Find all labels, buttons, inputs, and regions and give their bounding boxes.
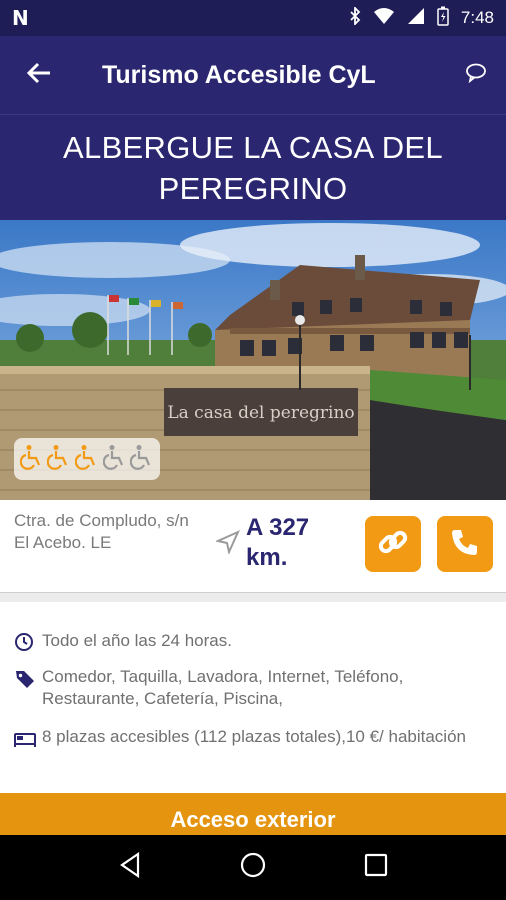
accessibility-rating <box>14 438 160 480</box>
bed-icon <box>14 726 42 756</box>
signal-icon <box>407 7 425 30</box>
wheelchair-icon <box>129 444 154 475</box>
phone-button[interactable] <box>437 516 493 572</box>
wheelchair-icon <box>19 444 44 475</box>
wheelchair-icon <box>74 444 99 475</box>
access-section-header[interactable]: Acceso exterior <box>0 793 506 835</box>
hours-text: Todo el año las 24 horas. <box>42 631 232 650</box>
wheelchair-icon <box>47 444 71 475</box>
address-line1: Ctra. de Compludo, s/n <box>14 511 189 530</box>
chat-bubble-icon <box>465 63 487 88</box>
status-time: 7:48 <box>460 8 494 27</box>
wifi-icon <box>373 7 395 30</box>
services-text: Comedor, Taquilla, Lavadora, Internet, T… <box>42 667 404 708</box>
arrow-left-icon <box>26 61 52 90</box>
bluetooth-icon <box>349 5 361 30</box>
back-button[interactable] <box>0 36 78 114</box>
svg-text:La casa del peregrino: La casa del peregrino <box>167 403 354 423</box>
system-nav-bar <box>0 835 506 900</box>
navigation-arrow-icon <box>214 530 240 559</box>
wheelchair-icon <box>102 444 127 475</box>
app-bar: Turismo Accesible CyL <box>0 36 506 114</box>
status-icons: 7:48 <box>349 5 494 31</box>
status-bar: N 7:48 <box>0 0 506 36</box>
tag-icon <box>14 666 42 710</box>
battery-icon <box>437 6 449 31</box>
chat-button[interactable] <box>446 36 506 114</box>
address-line2: El Acebo. LE <box>14 533 112 552</box>
home-nav-icon[interactable] <box>239 851 267 884</box>
detail-services: Comedor, Taquilla, Lavadora, Internet, T… <box>14 666 482 710</box>
place-title: ALBERGUE LA CASA DEL PEREGRINO <box>63 129 443 206</box>
detail-rooms: 8 plazas accesibles (112 plazas totales)… <box>14 726 482 756</box>
access-section-label: Acceso exterior <box>170 807 336 832</box>
link-button[interactable] <box>365 516 421 572</box>
app-title: Turismo Accesible CyL <box>102 60 376 89</box>
clock-icon <box>14 630 42 658</box>
n-icon: N <box>12 6 29 30</box>
info-row: Ctra. de Compludo, s/n El Acebo. LE A 32… <box>0 500 506 593</box>
details-card: Todo el año las 24 horas. Comedor, Taqui… <box>0 602 506 801</box>
back-nav-icon[interactable] <box>118 851 142 883</box>
address: Ctra. de Compludo, s/n El Acebo. LE <box>14 510 224 554</box>
distance-text: A 327 km. <box>246 514 310 571</box>
recents-nav-icon[interactable] <box>364 853 388 882</box>
phone-icon <box>449 526 481 563</box>
detail-hours: Todo el año las 24 horas. <box>14 630 482 658</box>
rooms-text: 8 plazas accesibles (112 plazas totales)… <box>42 727 466 746</box>
link-icon <box>376 525 410 564</box>
place-header: ALBERGUE LA CASA DEL PEREGRINO <box>0 114 506 220</box>
